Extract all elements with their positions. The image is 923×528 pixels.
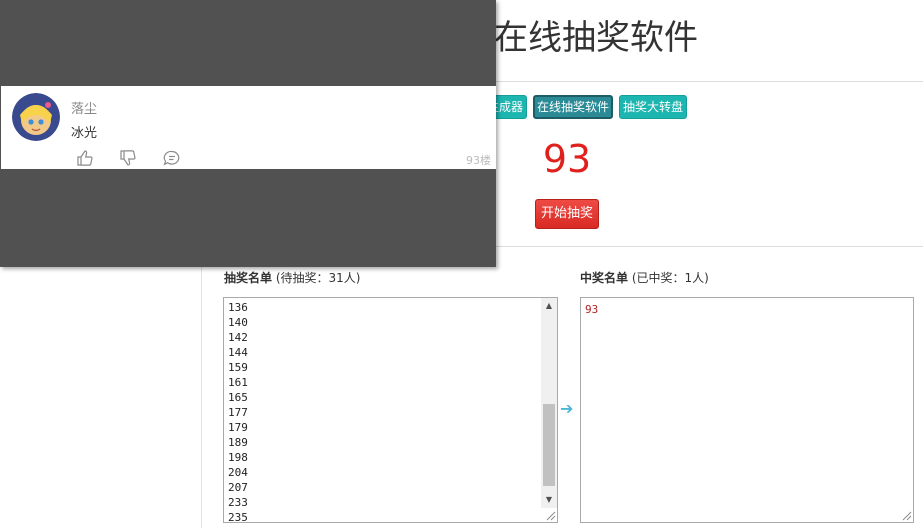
nav-lottery-software-button[interactable]: 在线抽奖软件 xyxy=(533,95,613,119)
lottery-entry: 207 xyxy=(228,481,248,494)
winner-list-label: 中奖名单 (已中奖：1人) xyxy=(580,269,709,286)
winner-list-textarea[interactable]: 93 xyxy=(580,297,914,523)
comment-text: 冰光 xyxy=(71,126,98,141)
resize-grip-icon[interactable] xyxy=(544,509,556,521)
lottery-entry: 140 xyxy=(228,316,248,329)
lottery-entry: 189 xyxy=(228,436,248,449)
lottery-entry: 177 xyxy=(228,406,248,419)
lottery-entry: 159 xyxy=(228,361,248,374)
winner-list-title: 中奖名单 xyxy=(580,271,629,285)
lottery-entry: 235 xyxy=(228,511,248,523)
lottery-entry: 165 xyxy=(228,391,248,404)
floor-number: 93楼 xyxy=(466,154,491,167)
winner-list-count: (已中奖：1人) xyxy=(628,271,709,285)
nav-lucky-wheel-button[interactable]: 抽奖大转盘 xyxy=(619,95,687,119)
lottery-list-count: (待抽奖：31人) xyxy=(272,271,361,285)
start-draw-button[interactable]: 开始抽奖 xyxy=(535,199,599,229)
thumbs-down-icon[interactable] xyxy=(119,150,137,166)
resize-grip-icon[interactable] xyxy=(900,509,912,521)
drawn-number-display: 93 xyxy=(542,137,592,181)
comment-card: 落尘 冰光 93楼 xyxy=(1,86,496,169)
winner-list-entries: 93 xyxy=(585,303,599,316)
lottery-entry: 204 xyxy=(228,466,248,479)
lottery-list-entries: 136 140 142 144 159 161 165 177 179 189 198 204 207 2… xyxy=(228,300,248,523)
lottery-list-scrollbar[interactable]: ▲ ▼ xyxy=(541,298,557,508)
lottery-entry: 142 xyxy=(228,331,248,344)
scroll-thumb[interactable] xyxy=(543,404,555,486)
lottery-list-title: 抽奖名单 xyxy=(224,271,273,285)
comment-overlay: 落尘 冰光 93楼 xyxy=(0,0,496,267)
arrow-right-icon: ➔ xyxy=(560,399,574,418)
lottery-list-textarea[interactable]: 136 140 142 144 159 161 165 177 179 189 198 204 207 2… xyxy=(223,297,558,523)
comment-username[interactable]: 落尘 xyxy=(71,98,97,117)
page-title: 在线抽奖软件 xyxy=(494,18,698,58)
scroll-down-icon[interactable]: ▼ xyxy=(541,492,557,508)
comment-icon[interactable] xyxy=(163,150,181,166)
avatar[interactable] xyxy=(12,93,60,141)
lottery-list-label: 抽奖名单 (待抽奖：31人) xyxy=(224,269,360,286)
scroll-up-icon[interactable]: ▲ xyxy=(541,298,557,314)
lottery-entry: 161 xyxy=(228,376,248,389)
lottery-entry: 233 xyxy=(228,496,248,509)
avatar-image xyxy=(12,93,60,141)
lottery-entry: 136 xyxy=(228,301,248,314)
thumbs-up-icon[interactable] xyxy=(76,150,94,166)
lottery-entry: 179 xyxy=(228,421,248,434)
lottery-entry: 198 xyxy=(228,451,248,464)
lottery-entry: 144 xyxy=(228,346,248,359)
